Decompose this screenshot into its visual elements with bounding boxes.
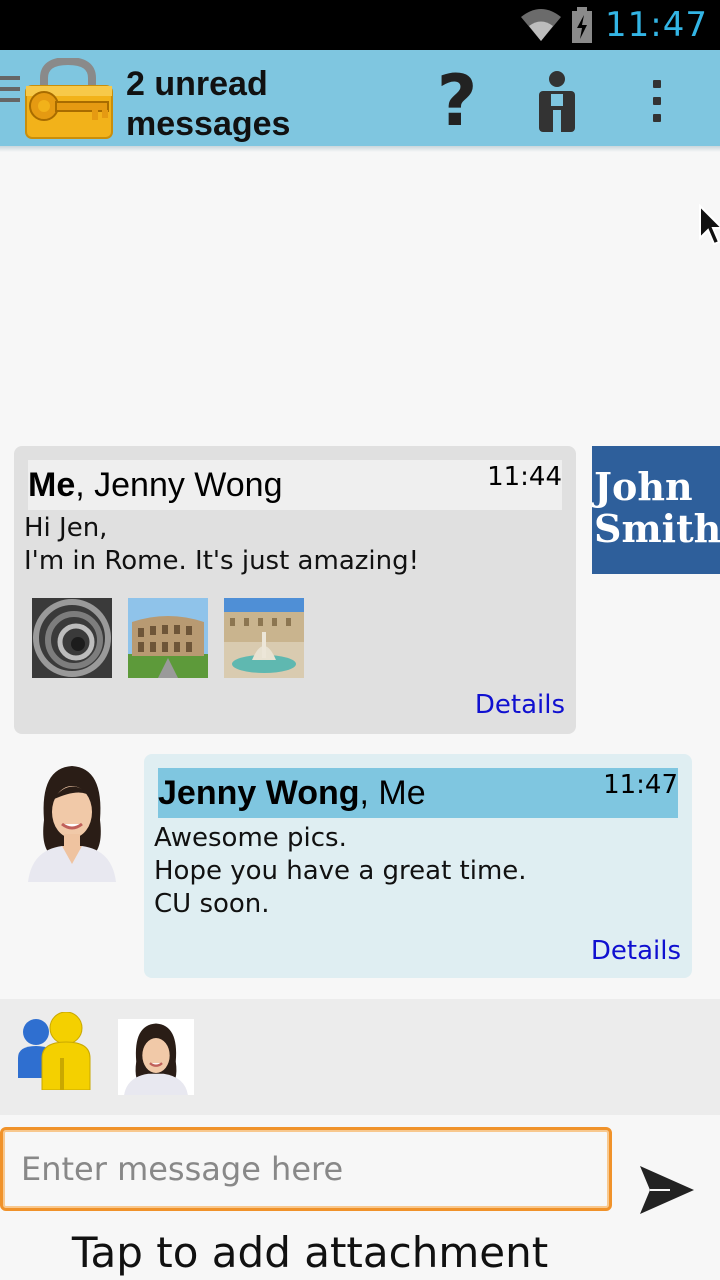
- status-bar: 11:47: [0, 0, 720, 50]
- message-participants: Me, Jenny Wong: [28, 466, 283, 504]
- attachment-list: [32, 598, 304, 678]
- contact-icon: [539, 71, 575, 132]
- drawer-icon[interactable]: [0, 76, 22, 110]
- status-clock: 11:47: [605, 5, 708, 45]
- mouse-cursor-icon: [699, 204, 720, 246]
- help-button[interactable]: ?: [422, 60, 492, 142]
- message-text: Awesome pics. Hope you have a great time…: [154, 823, 527, 919]
- piazza-navona-fountain-photo[interactable]: [224, 598, 304, 678]
- group-icon[interactable]: [16, 1012, 92, 1090]
- details-link[interactable]: Details: [591, 936, 681, 966]
- padlock-key-icon[interactable]: [22, 58, 114, 140]
- message-header: Jenny Wong, Me 11:47: [158, 768, 678, 818]
- message-bubble-sent[interactable]: Me, Jenny Wong 11:44 Hi Jen, I'm in Rome…: [14, 446, 576, 734]
- send-icon[interactable]: [636, 1160, 696, 1220]
- vatican-spiral-stairs-photo[interactable]: [32, 598, 112, 678]
- wifi-icon: [521, 9, 562, 41]
- message-text: Hi Jen, I'm in Rome. It's just amazing!: [24, 513, 420, 576]
- page-title: 2 unread messages: [126, 65, 291, 143]
- help-icon: ?: [436, 60, 478, 142]
- avatar-text: John Smith: [594, 464, 720, 551]
- action-bar-shadow: [0, 146, 720, 152]
- avatar[interactable]: [22, 760, 122, 882]
- colosseum-photo[interactable]: [128, 598, 208, 678]
- message-bubble-received[interactable]: Jenny Wong, Me 11:47 Awesome pics. Hope …: [144, 754, 692, 978]
- contact-button[interactable]: [522, 66, 592, 136]
- battery-charging-icon: [572, 7, 593, 43]
- add-attachment-button[interactable]: Tap to add attachment: [0, 1226, 620, 1280]
- message-time: 11:44: [487, 462, 562, 492]
- message-time: 11:47: [603, 770, 678, 800]
- overflow-menu-button[interactable]: [622, 66, 692, 136]
- message-participants: Jenny Wong, Me: [158, 774, 426, 812]
- participants-bar: [0, 999, 720, 1115]
- participant-avatar[interactable]: [118, 1019, 194, 1095]
- overflow-icon: [653, 80, 661, 122]
- message-input[interactable]: [0, 1127, 612, 1211]
- avatar[interactable]: John Smith: [592, 446, 720, 574]
- details-link[interactable]: Details: [475, 690, 565, 720]
- message-header: Me, Jenny Wong 11:44: [28, 460, 562, 510]
